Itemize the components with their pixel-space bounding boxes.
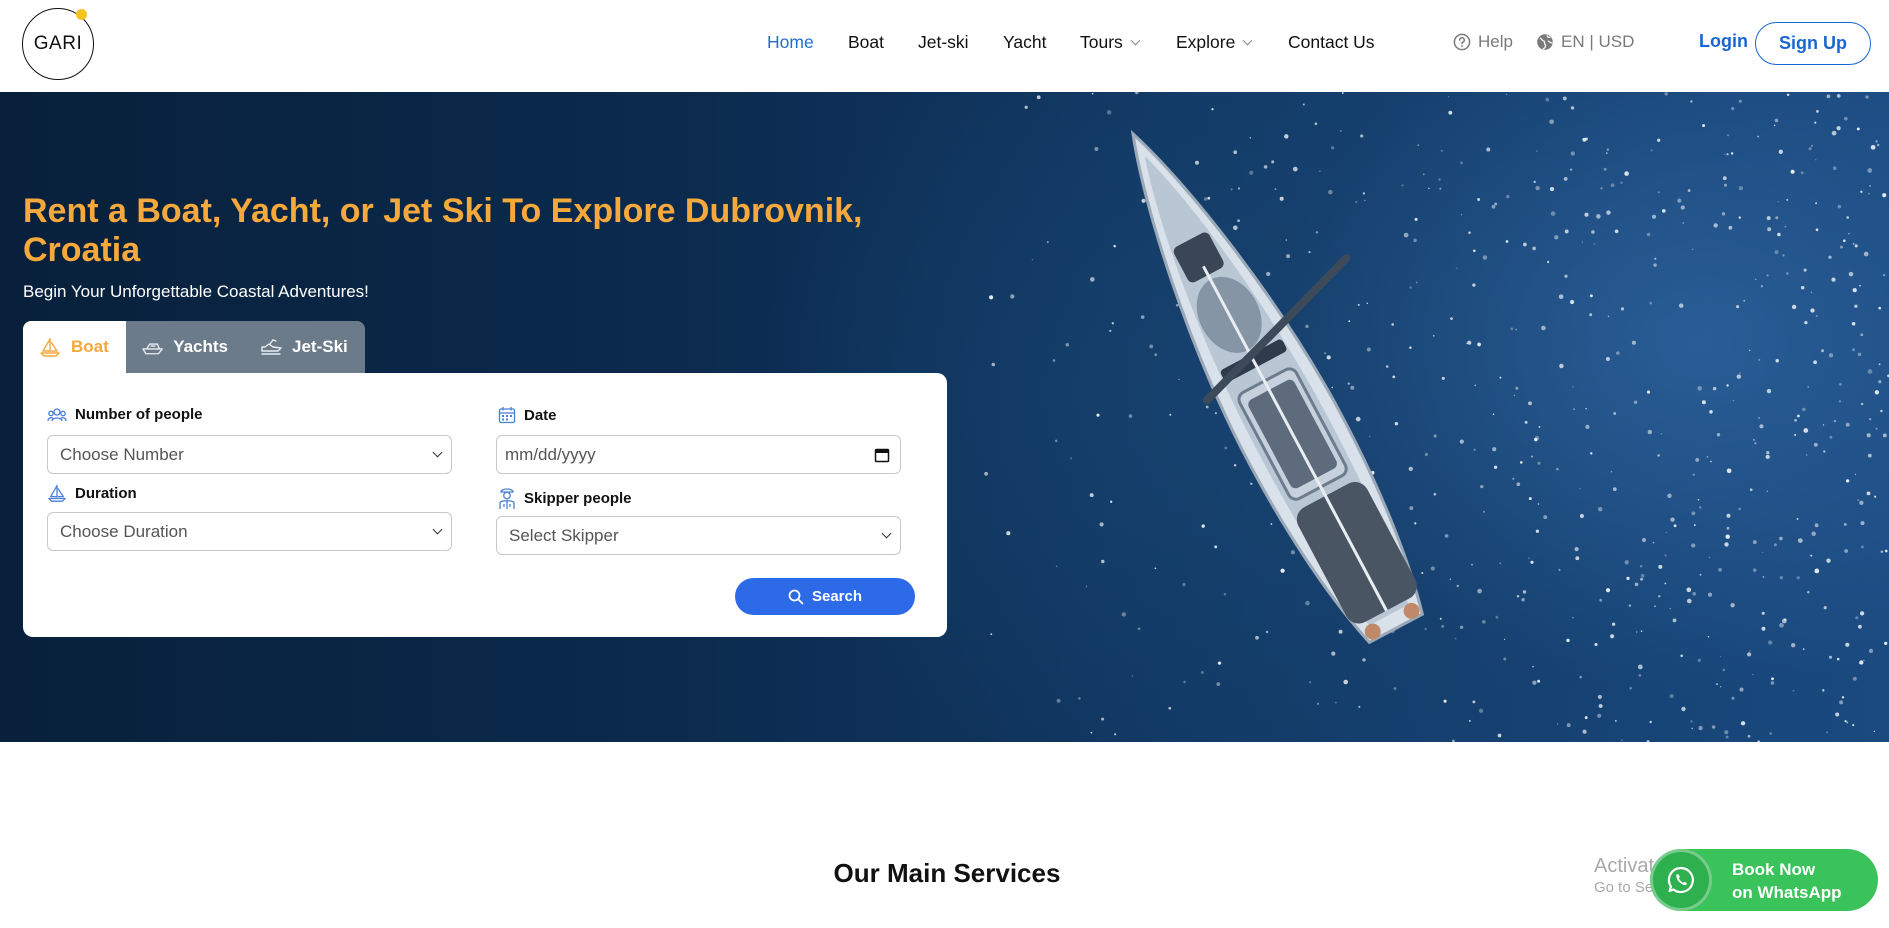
help-icon — [1453, 33, 1471, 51]
signup-button[interactable]: Sign Up — [1755, 22, 1871, 65]
search-button[interactable]: Search — [735, 578, 915, 615]
logo[interactable]: GARI — [22, 8, 94, 80]
calendar-icon — [874, 448, 890, 462]
nav-contact[interactable]: Contact Us — [1288, 32, 1375, 53]
chevron-down-icon — [881, 528, 892, 539]
people-label: Number of people — [47, 406, 203, 423]
logo-text: GARI — [33, 33, 83, 54]
tab-jetski[interactable]: Jet-Ski — [244, 321, 365, 373]
logo-dot — [76, 9, 87, 20]
site-header: GARI Home Boat Jet-ski Yacht Tours Explo… — [0, 0, 1889, 92]
sailboat-image — [1130, 129, 1425, 645]
jetski-icon — [261, 339, 282, 355]
people-icon — [47, 407, 67, 421]
chevron-down-icon — [432, 447, 443, 458]
chevron-down-icon — [1130, 35, 1141, 45]
date-input[interactable]: mm/dd/yyyy — [496, 435, 901, 474]
nav-boat[interactable]: Boat — [848, 32, 884, 53]
skipper-select[interactable]: Select Skipper — [496, 516, 901, 555]
help-link[interactable]: Help — [1453, 32, 1513, 52]
nav-yacht[interactable]: Yacht — [1003, 32, 1046, 53]
nav-home[interactable]: Home — [767, 32, 814, 53]
duration-label: Duration — [47, 483, 137, 503]
yacht-icon — [142, 343, 163, 355]
whatsapp-button-text: Book Now on WhatsApp — [1732, 860, 1842, 902]
locale-switch[interactable]: EN | USD — [1536, 32, 1634, 52]
sailboat-icon — [48, 484, 66, 502]
chevron-down-icon — [432, 524, 443, 535]
search-icon — [788, 589, 804, 604]
date-label: Date — [498, 406, 557, 424]
rental-type-tabs: Boat Yachts Jet-Ski — [23, 321, 365, 373]
captain-icon — [499, 488, 515, 509]
booking-form: Number of people Choose Number Duration … — [23, 373, 947, 637]
people-select[interactable]: Choose Number — [47, 435, 452, 474]
skipper-label: Skipper people — [498, 486, 632, 510]
login-link[interactable]: Login — [1699, 31, 1748, 52]
chevron-down-icon — [1242, 35, 1253, 45]
calendar-icon — [498, 407, 516, 424]
whatsapp-book-button[interactable]: Book Now on WhatsApp — [1650, 849, 1878, 911]
hero-subtitle: Begin Your Unforgettable Coastal Adventu… — [23, 282, 369, 301]
hero-section: Rent a Boat, Yacht, or Jet Ski To Explor… — [0, 92, 1889, 742]
hero-title: Rent a Boat, Yacht, or Jet Ski To Explor… — [23, 192, 863, 269]
whatsapp-icon — [1650, 849, 1712, 911]
nav-jetski[interactable]: Jet-ski — [918, 32, 969, 53]
tab-yachts[interactable]: Yachts — [126, 321, 244, 373]
nav-tours[interactable]: Tours — [1080, 32, 1141, 53]
tab-boat[interactable]: Boat — [23, 321, 126, 373]
sailboat-icon — [40, 338, 60, 357]
nav-explore[interactable]: Explore — [1176, 32, 1253, 53]
duration-select[interactable]: Choose Duration — [47, 512, 452, 551]
globe-icon — [1537, 34, 1553, 50]
